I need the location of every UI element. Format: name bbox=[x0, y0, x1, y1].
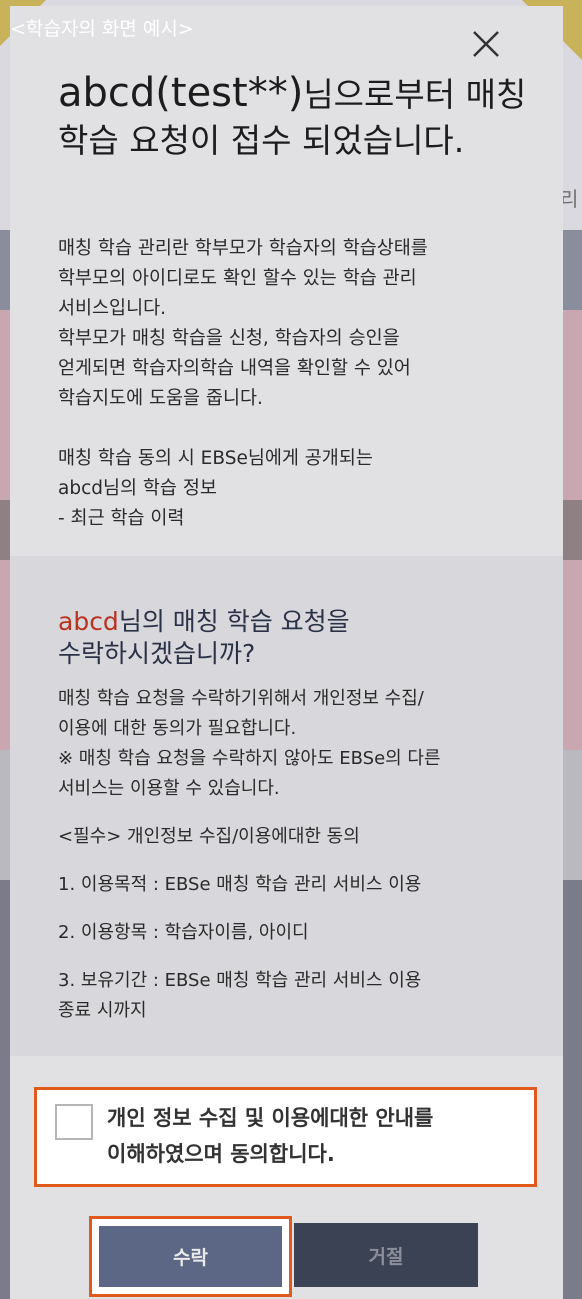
reject-button[interactable]: 거절 bbox=[294, 1223, 478, 1287]
modal-description: 매칭 학습 관리란 학부모가 학습자의 학습상태를 학부모의 아이디로도 확인 … bbox=[58, 234, 528, 534]
title-user: abcd(test**) bbox=[58, 70, 304, 116]
description-paragraph: 매칭 학습 동의 시 EBSe님에게 공개되는 abcd님의 학습 정보 - 최… bbox=[58, 448, 373, 529]
consent-section: abcd님의 매칭 학습 요청을 수락하시겠습니까? 매칭 학습 요청을 수락하… bbox=[10, 556, 563, 1056]
consent-item: 1. 이용목적 : EBSe 매칭 학습 관리 서비스 이용 bbox=[58, 874, 422, 895]
consent-title-user: abcd bbox=[58, 607, 119, 636]
modal-title: abcd(test**)님으로부터 매칭 학습 요청이 접수 되었습니다. bbox=[58, 70, 528, 164]
accept-button[interactable]: 수락 bbox=[99, 1226, 282, 1287]
consent-text: ※ 매칭 학습 요청을 수락하지 않아도 EBSe의 다른 bbox=[58, 748, 441, 769]
close-button[interactable] bbox=[470, 28, 502, 60]
consent-item: 종료 시까지 bbox=[58, 1000, 147, 1021]
agree-label[interactable]: 개인 정보 수집 및 이용에대한 안내를 이해하였으며 동의합니다. bbox=[107, 1100, 527, 1172]
consent-title: abcd님의 매칭 학습 요청을 수락하시겠습니까? bbox=[58, 606, 528, 670]
accept-button-highlight: 수락 bbox=[89, 1216, 292, 1297]
caption-label: <학습자의 화면 예시> bbox=[10, 18, 194, 40]
consent-item: 3. 보유기간 : EBSe 매칭 학습 관리 서비스 이용 bbox=[58, 970, 422, 991]
consent-title-question: 수락하시겠습니까? bbox=[58, 639, 256, 668]
agree-label-line: 이해하였으며 동의합니다. bbox=[107, 1142, 335, 1166]
agreement-box: 개인 정보 수집 및 이용에대한 안내를 이해하였으며 동의합니다. bbox=[34, 1087, 537, 1187]
consent-text: 이용에 대한 동의가 필요합니다. bbox=[58, 718, 297, 739]
close-icon bbox=[473, 31, 499, 57]
consent-body: 매칭 학습 요청을 수락하기위해서 개인정보 수집/ 이용에 대한 동의가 필요… bbox=[58, 684, 533, 1026]
consent-title-text: 님의 매칭 학습 요청을 bbox=[118, 607, 350, 636]
consent-item: 2. 이용항목 : 학습자이름, 아이디 bbox=[58, 922, 309, 943]
matching-request-modal: abcd(test**)님으로부터 매칭 학습 요청이 접수 되었습니다. 매칭… bbox=[10, 6, 563, 1299]
consent-text: 서비스는 이용할 수 있습니다. bbox=[58, 778, 280, 799]
agree-checkbox[interactable] bbox=[55, 1104, 93, 1140]
consent-text: 매칭 학습 요청을 수락하기위해서 개인정보 수집/ bbox=[58, 688, 424, 709]
agree-label-line: 개인 정보 수집 및 이용에대한 안내를 bbox=[107, 1106, 434, 1130]
required-header: <필수> 개인정보 수집/이용에대한 동의 bbox=[58, 826, 360, 847]
description-paragraph: 매칭 학습 관리란 학부모가 학습자의 학습상태를 학부모의 아이디로도 확인 … bbox=[58, 238, 428, 409]
